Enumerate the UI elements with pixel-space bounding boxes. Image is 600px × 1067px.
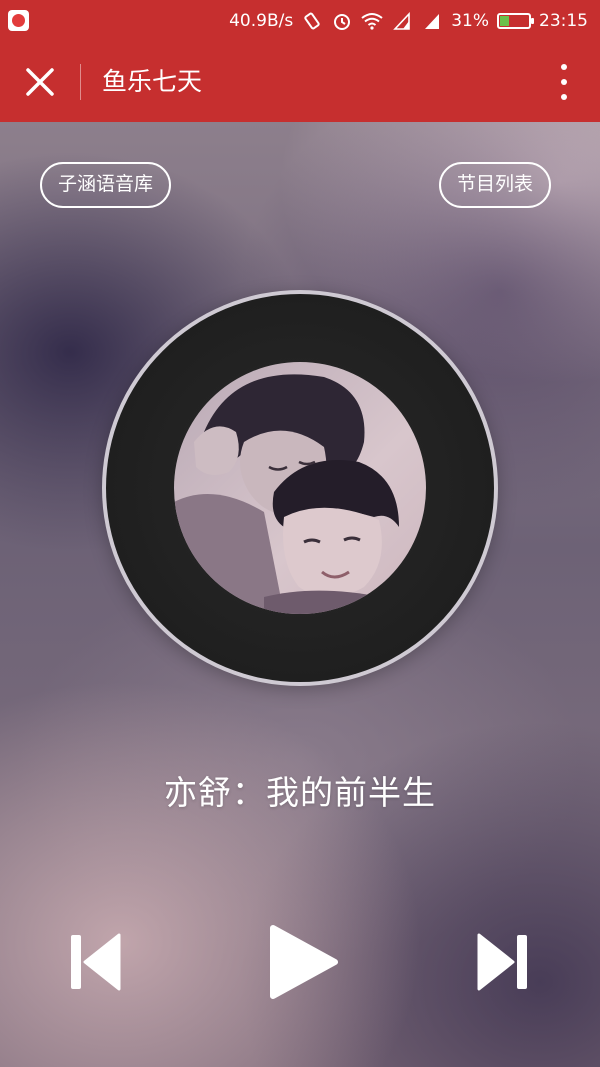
player-area: 子涵语音库 节目列表 亦舒：我的前半生 [0,122,600,1067]
close-icon [26,68,54,96]
more-dot [561,79,567,85]
app-bar-divider [80,64,81,100]
previous-track-button[interactable] [62,922,128,1002]
page-title: 鱼乐七天 [102,67,203,96]
battery-icon [497,13,534,29]
previous-track-icon [71,933,121,991]
vibrate-icon [301,10,323,32]
netease-music-icon [8,10,29,31]
status-bar: 40.9B/s 31% 23:15 [0,0,600,42]
more-options-button[interactable] [552,64,576,100]
play-icon [270,925,338,999]
next-track-icon [477,933,527,991]
more-dot [561,94,567,100]
battery-level [500,16,510,26]
alarm-icon [331,10,353,32]
track-title: 亦舒：我的前半生 [164,773,436,812]
cover-photo [174,362,426,614]
program-list-button[interactable]: 节目列表 [439,162,552,208]
album-cover [174,362,426,614]
voice-library-button[interactable]: 子涵语音库 [40,162,172,208]
close-button[interactable] [16,58,64,106]
battery-percent: 31% [451,11,489,31]
wifi-icon [361,10,383,32]
clock: 23:15 [539,11,588,31]
signal-icon [391,10,413,32]
play-button[interactable] [256,917,346,1007]
more-dots-icon [561,64,567,70]
app-bar: 鱼乐七天 [0,42,600,122]
status-indicators: 40.9B/s 31% 23:15 [229,0,588,42]
next-track-button[interactable] [470,922,536,1002]
signal-icon [421,10,443,32]
network-speed: 40.9B/s [229,11,294,31]
